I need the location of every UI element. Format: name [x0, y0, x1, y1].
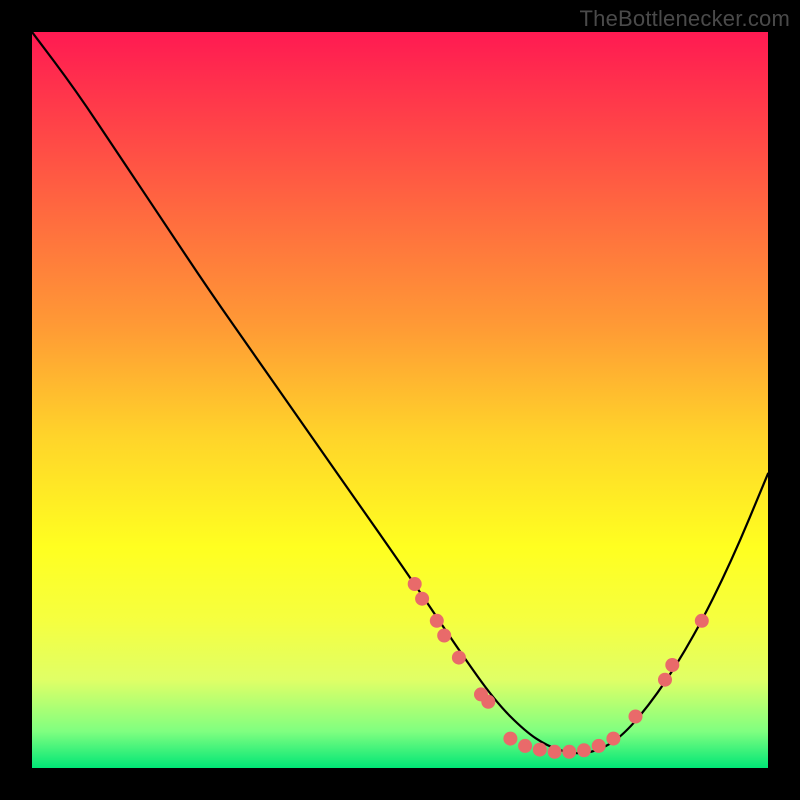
data-point-right-upper-2 [665, 658, 679, 672]
data-point-left-cluster-3 [430, 614, 444, 628]
data-point-floor-6 [577, 743, 591, 757]
data-point-floor-3 [533, 743, 547, 757]
data-point-floor-8 [606, 732, 620, 746]
bottleneck-curve [32, 32, 768, 753]
chart-plot-area [32, 32, 768, 768]
data-point-floor-7 [592, 739, 606, 753]
chart-svg [32, 32, 768, 768]
data-point-right-upper-1 [658, 673, 672, 687]
data-point-right-lower-1 [629, 710, 643, 724]
data-point-floor-5 [562, 745, 576, 759]
data-point-left-cluster-1 [408, 577, 422, 591]
data-point-right-top [695, 614, 709, 628]
data-point-floor-1 [503, 732, 517, 746]
data-point-left-cluster-5 [452, 651, 466, 665]
data-point-floor-4 [548, 745, 562, 759]
watermark-text: TheBottlenecker.com [580, 6, 790, 32]
data-points-group [408, 577, 709, 759]
data-point-left-lower-2 [481, 695, 495, 709]
data-point-left-cluster-4 [437, 629, 451, 643]
data-point-floor-2 [518, 739, 532, 753]
data-point-left-cluster-2 [415, 592, 429, 606]
